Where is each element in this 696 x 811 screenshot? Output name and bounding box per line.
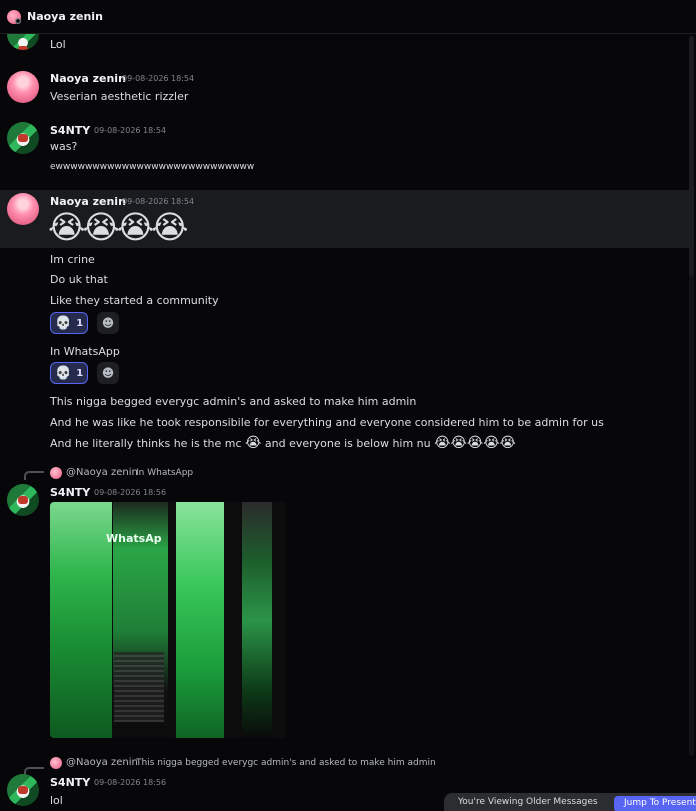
message-text: Do uk that bbox=[50, 273, 108, 286]
loudly-crying-emoji-group: 😭😭😭😭😭 bbox=[434, 435, 516, 451]
message-text: And he literally thinks he is the mc 😭 a… bbox=[50, 435, 516, 451]
message-text: In WhatsApp bbox=[50, 345, 120, 358]
loudly-crying-emoji: 😭 bbox=[245, 435, 262, 451]
message-text: was? bbox=[50, 140, 78, 153]
scrollbar[interactable] bbox=[689, 36, 694, 756]
message-text: And he was like he took responsibile for… bbox=[50, 416, 604, 429]
skull-icon: 💀 bbox=[55, 365, 72, 381]
reply-avatar[interactable] bbox=[50, 467, 62, 479]
reply-preview-text[interactable]: This nigga begged everygc admin's and as… bbox=[136, 758, 436, 768]
image-attachment[interactable]: WhatsAp bbox=[50, 502, 286, 738]
reaction-count: 1 bbox=[76, 367, 84, 379]
skull-reaction[interactable]: 💀 1 bbox=[50, 362, 88, 384]
image-fragment bbox=[242, 502, 272, 738]
older-messages-text: You're Viewing Older Messages bbox=[458, 797, 598, 807]
add-reaction-button[interactable]: ☻ bbox=[97, 312, 119, 334]
timestamp: 09-08-2026 18:54 bbox=[94, 126, 167, 135]
reply-connector bbox=[24, 471, 44, 480]
smiley-icon: ☻ bbox=[101, 316, 115, 330]
reply-avatar[interactable] bbox=[50, 757, 62, 769]
message-text: Im crine bbox=[50, 253, 95, 266]
scrollbar-thumb[interactable] bbox=[689, 36, 694, 276]
channel-header: Naoya zenin bbox=[0, 0, 696, 34]
author-name[interactable]: Naoya zenin bbox=[50, 72, 126, 85]
image-fragment bbox=[50, 502, 112, 738]
message-text-segment: And he literally thinks he is the mc bbox=[50, 437, 242, 450]
skull-reaction[interactable]: 💀 1 bbox=[50, 312, 88, 334]
reply-preview-text[interactable]: In WhatsApp bbox=[136, 468, 193, 478]
timestamp: 09-08-2026 18:54 bbox=[122, 74, 195, 83]
avatar[interactable] bbox=[7, 774, 39, 806]
avatar[interactable] bbox=[7, 193, 39, 225]
author-name[interactable]: S4NTY bbox=[50, 124, 90, 137]
timestamp: 09-08-2026 18:56 bbox=[94, 488, 167, 497]
avatar[interactable] bbox=[7, 71, 39, 103]
skull-icon: 💀 bbox=[55, 315, 72, 331]
reply-mention[interactable]: @Naoya zenin bbox=[66, 757, 138, 768]
image-fragment bbox=[114, 652, 164, 722]
add-reaction-button[interactable]: ☻ bbox=[97, 362, 119, 384]
message-text: ewwwwwwwwwwwwwwwwwwwwwwwwwww bbox=[50, 162, 255, 172]
jump-to-present-button[interactable]: Jump To Present bbox=[614, 796, 696, 811]
author-name[interactable]: S4NTY bbox=[50, 486, 90, 499]
avatar[interactable] bbox=[7, 34, 39, 50]
reaction-count: 1 bbox=[76, 317, 84, 329]
timestamp: 09-08-2026 18:56 bbox=[94, 778, 167, 787]
reply-mention[interactable]: @Naoya zenin bbox=[66, 467, 138, 478]
message-text: Veserian aesthetic rizzler bbox=[50, 90, 189, 103]
channel-name[interactable]: Naoya zenin bbox=[27, 10, 103, 23]
message-text: Lol bbox=[50, 38, 66, 51]
image-fragment bbox=[176, 502, 224, 738]
message-text: Like they started a community bbox=[50, 294, 219, 307]
message-text: lol bbox=[50, 794, 63, 807]
avatar[interactable] bbox=[7, 122, 39, 154]
image-sign-text: WhatsAp bbox=[106, 532, 162, 545]
avatar[interactable] bbox=[7, 484, 39, 516]
message-text-segment: and everyone is below him nu bbox=[264, 437, 435, 450]
older-messages-banner: You're Viewing Older Messages Jump To Pr… bbox=[444, 793, 696, 811]
loudly-crying-emoji-group: 😭😭😭😭 bbox=[48, 208, 189, 246]
naoya-avatar-icon[interactable] bbox=[7, 9, 21, 24]
timestamp: 09-08-2026 18:54 bbox=[122, 197, 195, 206]
smiley-icon: ☻ bbox=[101, 366, 115, 380]
author-name[interactable]: Naoya zenin bbox=[50, 195, 126, 208]
message-text: This nigga begged everygc admin's and as… bbox=[50, 395, 417, 408]
author-name[interactable]: S4NTY bbox=[50, 776, 90, 789]
